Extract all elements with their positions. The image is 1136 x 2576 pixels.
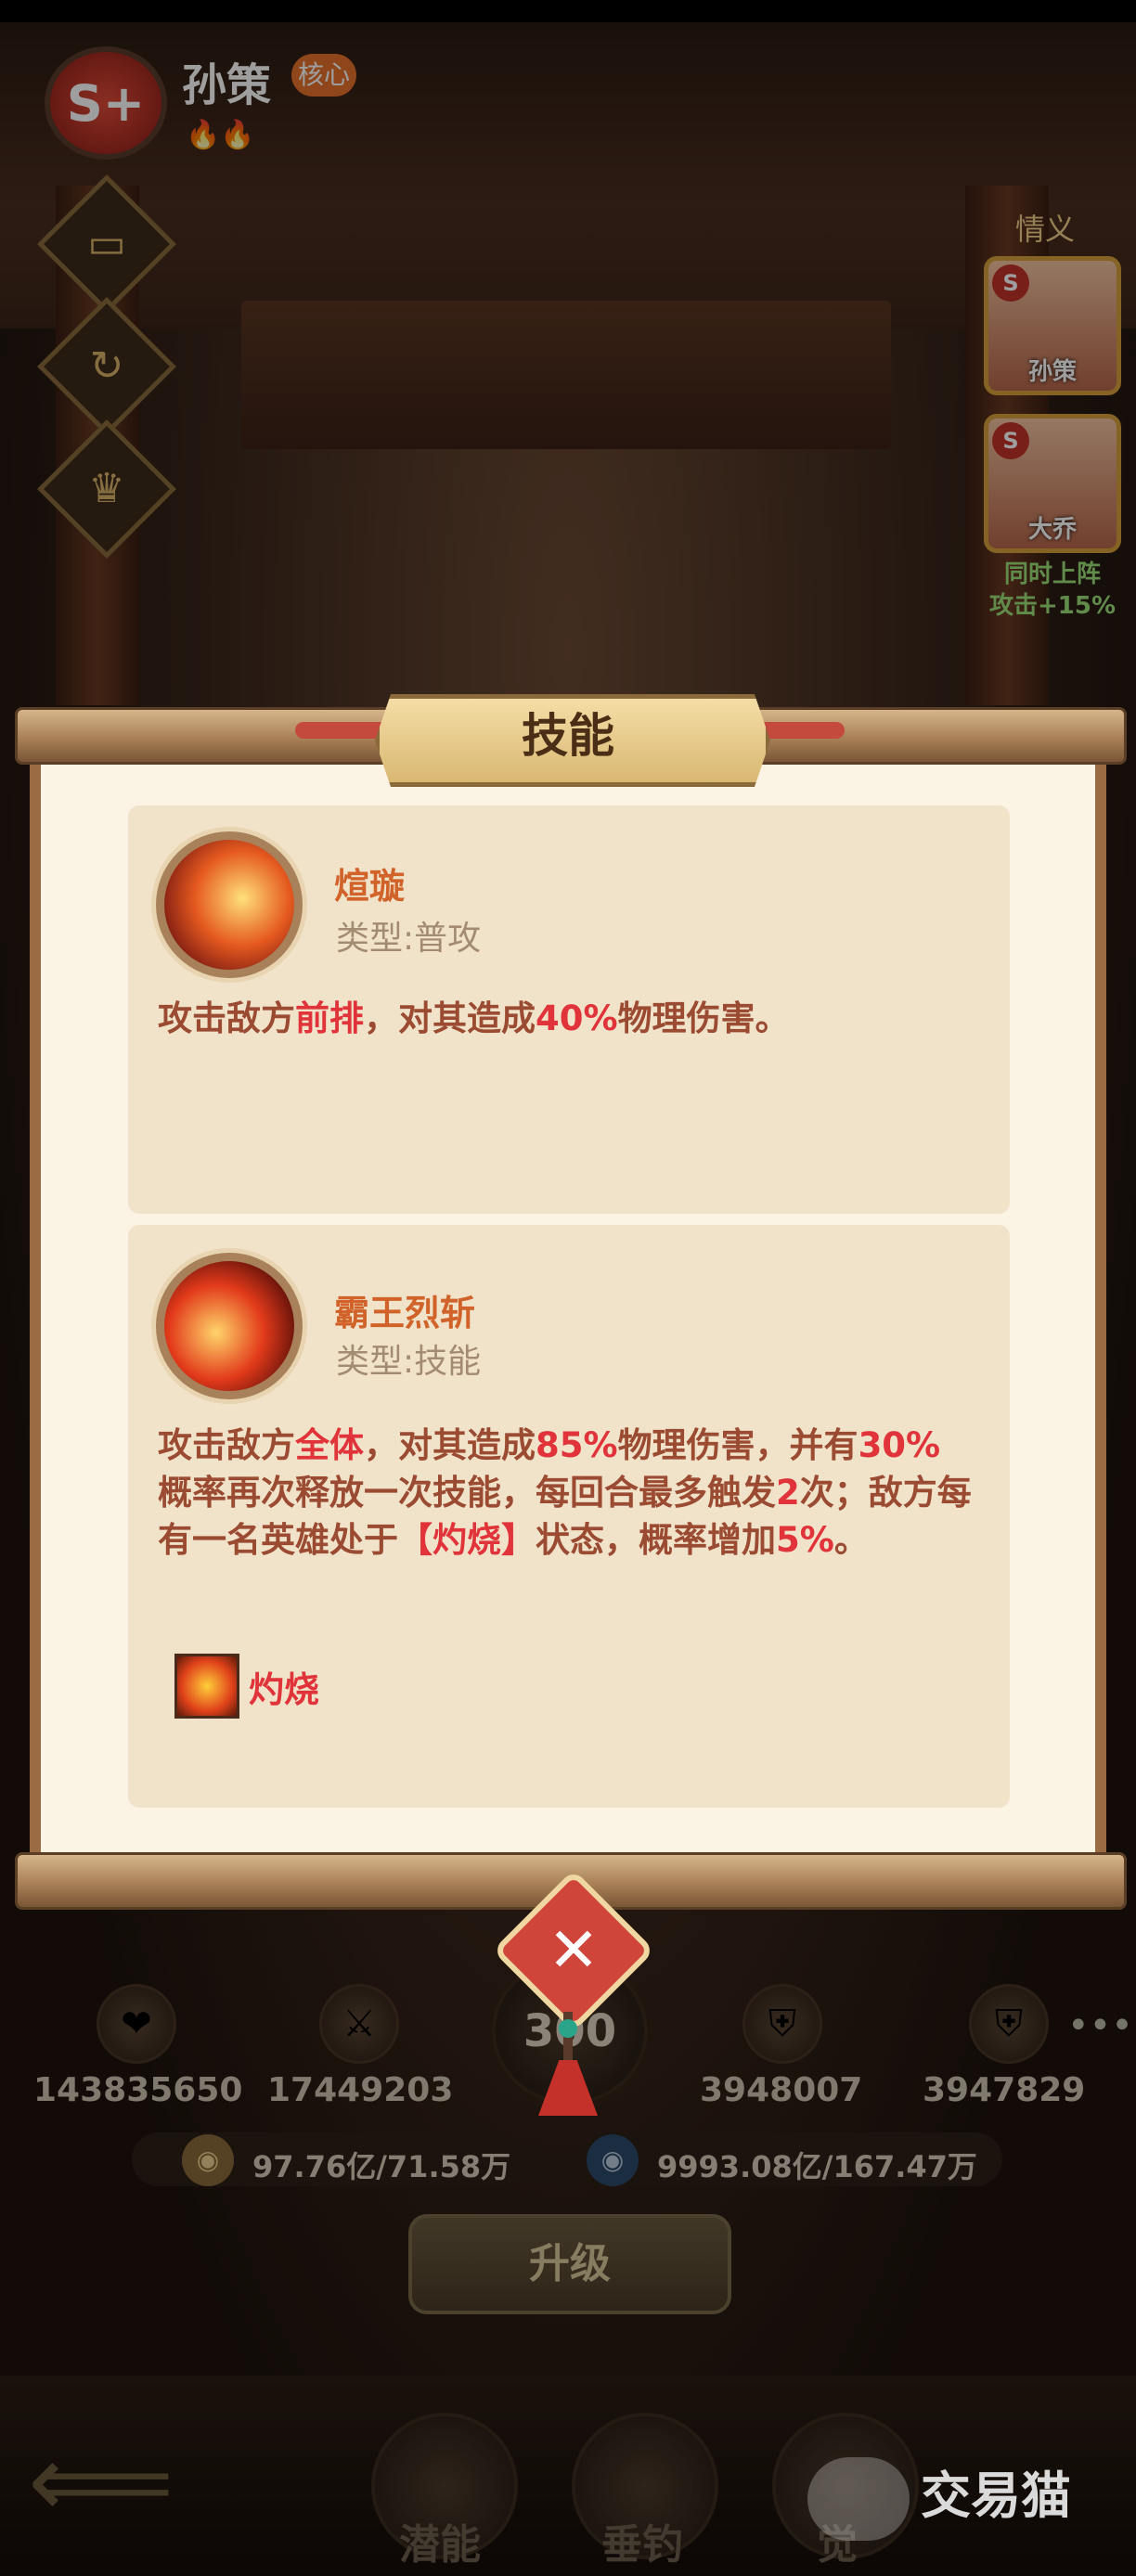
skill-2-type: 类型:技能 [336,1343,482,1381]
close-icon[interactable]: ✕ [516,1893,631,2008]
burn-status-label[interactable]: 灼烧 [249,1661,319,1712]
tassel-bead [559,2019,577,2038]
skill-1-description: 攻击敌方前排，对其造成40%物理伤害。 [158,998,790,1038]
watermark: 交易猫 [807,2450,1123,2543]
burn-status-icon[interactable] [174,1654,239,1719]
panel-title: 技能 [522,709,614,763]
skill-2-name: 霸王烈斩 [334,1293,476,1333]
skill-1-icon [156,831,303,978]
skill-2-description: 攻击敌方全体，对其造成85%物理伤害，并有30%概率再次释放一次技能，每回合最多… [158,1425,972,1560]
skill-1-name: 煊璇 [334,866,406,907]
cat-logo-icon [807,2457,910,2542]
skill-2-icon [156,1253,303,1399]
skill-1-type: 类型:普攻 [336,920,482,958]
